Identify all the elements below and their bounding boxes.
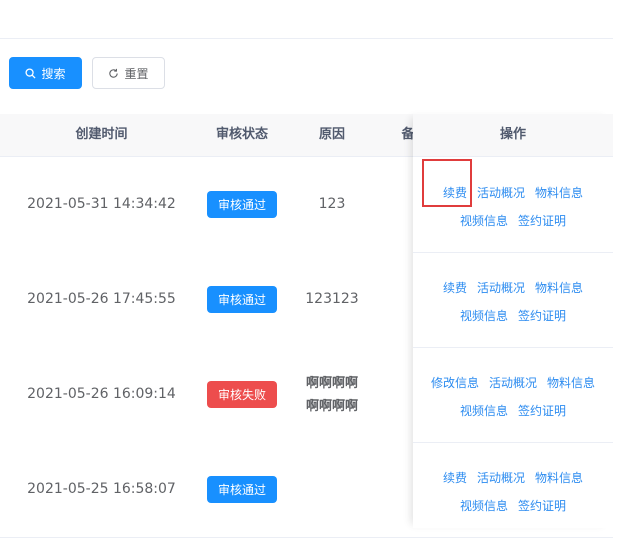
action-link[interactable]: 签约证明 xyxy=(518,214,566,228)
reason-line: 啊啊啊啊 xyxy=(305,398,358,414)
action-links: 修改信息 活动概况 物料信息 xyxy=(413,374,613,391)
action-link[interactable]: 活动概况 xyxy=(477,471,525,485)
top-divider xyxy=(0,38,613,39)
action-links: 续费 活动概况 物料信息 xyxy=(413,184,613,201)
action-link[interactable]: 视频信息 xyxy=(460,309,508,323)
actions-cell: 续费 活动概况 物料信息 视频信息 签约证明 xyxy=(413,157,613,253)
reset-button[interactable]: 重置 xyxy=(92,57,165,89)
action-link[interactable]: 视频信息 xyxy=(460,499,508,513)
action-link[interactable]: 活动概况 xyxy=(477,281,525,295)
created-time-cell: 2021-05-25 16:58:07 xyxy=(27,481,176,497)
action-link[interactable]: 物料信息 xyxy=(535,186,583,200)
actions-cell: 续费 活动概况 物料信息 视频信息 签约证明 xyxy=(413,252,613,348)
action-link[interactable]: 物料信息 xyxy=(535,281,583,295)
refresh-icon xyxy=(108,68,119,79)
search-button-label: 搜索 xyxy=(41,66,66,81)
action-link[interactable]: 签约证明 xyxy=(518,404,566,418)
reason-line: 啊啊啊啊 xyxy=(305,375,358,391)
search-icon xyxy=(25,67,37,79)
action-link[interactable]: 签约证明 xyxy=(518,499,566,513)
action-links: 视频信息 签约证明 xyxy=(413,307,613,324)
action-link[interactable]: 物料信息 xyxy=(547,376,595,390)
reason-cell xyxy=(300,442,364,537)
action-link[interactable]: 续费 xyxy=(443,281,467,295)
action-links: 续费 活动概况 物料信息 xyxy=(413,279,613,296)
header-reason: 原因 xyxy=(318,127,345,142)
created-time-cell: 2021-05-31 14:34:42 xyxy=(27,196,176,212)
actions-cell: 续费 活动概况 物料信息 视频信息 签约证明 xyxy=(413,442,613,538)
action-link[interactable]: 物料信息 xyxy=(535,471,583,485)
action-links: 续费 活动概况 物料信息 xyxy=(413,469,613,486)
action-link[interactable]: 续费 xyxy=(443,186,467,200)
action-link[interactable]: 活动概况 xyxy=(489,376,537,390)
status-badge: 审核通过 xyxy=(207,286,277,313)
action-links: 视频信息 签约证明 xyxy=(413,497,613,514)
action-link[interactable]: 活动概况 xyxy=(477,186,525,200)
reason-cell: 123 xyxy=(318,196,346,212)
action-link[interactable]: 续费 xyxy=(443,471,467,485)
status-badge: 审核失败 xyxy=(207,381,277,408)
created-time-cell: 2021-05-26 17:45:55 xyxy=(27,291,176,307)
action-links: 视频信息 签约证明 xyxy=(413,212,613,229)
action-link[interactable]: 视频信息 xyxy=(460,404,508,418)
action-links: 视频信息 签约证明 xyxy=(413,402,613,419)
reason-cell: 啊啊啊啊 啊啊啊啊 xyxy=(300,347,364,442)
status-badge: 审核通过 xyxy=(207,476,277,503)
action-link[interactable]: 视频信息 xyxy=(460,214,508,228)
created-time-cell: 2021-05-26 16:09:14 xyxy=(27,386,176,402)
search-button[interactable]: 搜索 xyxy=(9,57,82,89)
action-link[interactable]: 签约证明 xyxy=(518,309,566,323)
header-created-time: 创建时间 xyxy=(75,127,128,142)
status-badge: 审核通过 xyxy=(207,191,277,218)
header-actions: 操作 xyxy=(413,114,613,157)
header-status: 审核状态 xyxy=(215,127,268,142)
reset-button-label: 重置 xyxy=(124,66,149,81)
action-link[interactable]: 修改信息 xyxy=(431,376,479,390)
actions-cell: 修改信息 活动概况 物料信息 视频信息 签约证明 xyxy=(413,347,613,443)
actions-column: 操作 续费 活动概况 物料信息 视频信息 签约证明 续费 活动概况 物料信息 视频信息 签约证明修… xyxy=(413,114,613,538)
reason-cell: 123123 xyxy=(305,291,359,307)
